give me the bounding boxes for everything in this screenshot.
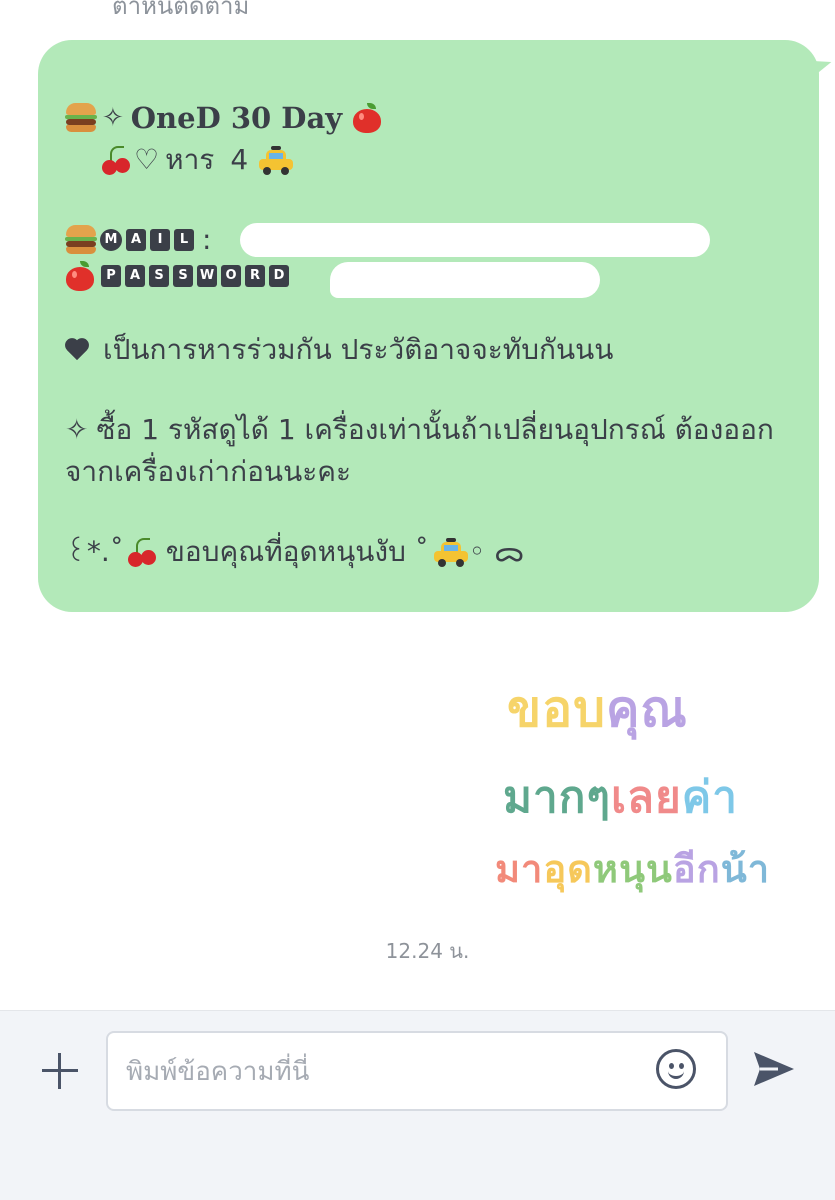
password-letter: O: [221, 265, 241, 287]
sparkle-icon: ✧: [65, 413, 89, 446]
sparkle-icon: ✧: [102, 103, 124, 133]
apple-icon: [352, 103, 382, 133]
mail-letter: A: [126, 229, 146, 251]
previous-message-fragment: ตำหนิติดตาม: [112, 0, 250, 20]
heart-outline-icon: ♡: [134, 143, 160, 176]
sticker-word: คุณ: [605, 680, 688, 738]
kaomoji-suffix: ◦ ᯅ: [468, 535, 525, 568]
share-note: เป็นการหารร่วมกัน ประวัติอาจจะทับกันนน: [103, 333, 614, 366]
share-note-line: เป็นการหารร่วมกัน ประวัติอาจจะทับกันนน: [65, 329, 791, 371]
sticker-word: มากๆ: [503, 772, 611, 823]
password-letter: S: [173, 265, 193, 287]
password-letter: W: [197, 265, 217, 287]
sticker-word: อีก: [672, 847, 721, 891]
sticker-word: น้า: [720, 847, 771, 891]
message-timestamp: 12.24 น.: [385, 939, 470, 963]
message-input[interactable]: [124, 1051, 648, 1093]
cherries-icon: [126, 536, 158, 568]
message-title: OneD 30 Day: [130, 101, 343, 135]
password-letter: A: [125, 265, 145, 287]
sticker-line-1: ขอบคุณ: [507, 670, 688, 749]
heart-icon: [65, 337, 91, 363]
kaomoji-prefix: ꒰*.˚: [65, 535, 124, 568]
password-letter: S: [149, 265, 169, 287]
thank-you-sticker[interactable]: ขอบคุณ มากๆเลยค่า มาอุดหนุนอีกน้า: [495, 670, 815, 910]
mail-letter: L: [174, 229, 194, 251]
password-letter: R: [245, 265, 265, 287]
cherries-icon: [100, 144, 132, 176]
message-title-line: ✧ OneD 30 Day: [65, 97, 791, 139]
message-input-box[interactable]: [106, 1031, 728, 1111]
burger-icon: [65, 225, 97, 255]
apple-icon: [65, 261, 95, 291]
sticker-word: หนุน: [592, 847, 673, 891]
mail-redaction: [240, 223, 710, 257]
mail-letter: I: [150, 229, 170, 251]
plus-icon[interactable]: [40, 1051, 80, 1091]
password-letter: P: [101, 265, 121, 287]
message-bubble[interactable]: ✧ OneD 30 Day ♡ หาร 4 M A I L: P A S S …: [38, 40, 819, 612]
message-composer: [0, 1010, 835, 1200]
sticker-word: มา: [495, 847, 544, 891]
sticker-line-2: มากๆเลยค่า: [503, 762, 738, 832]
device-note: ซื้อ 1 รหัสดูได้ 1 เครื่องเท่านั้นถ้าเปล…: [65, 413, 774, 488]
thanks-text: ขอบคุณที่อุดหนุนงับ ˚: [165, 535, 429, 568]
taxi-icon: [258, 145, 294, 175]
password-letter: D: [269, 265, 289, 287]
mail-letter: M: [100, 229, 122, 251]
sticker-line-3: มาอุดหนุนอีกน้า: [495, 838, 770, 899]
sticker-word: ขอบ: [507, 680, 606, 738]
burger-icon: [65, 103, 97, 133]
smiley-icon[interactable]: [656, 1049, 696, 1089]
sticker-word: เลย: [610, 772, 682, 823]
thanks-line: ꒰*.˚ ขอบคุณที่อุดหนุนงับ ˚ ◦ ᯅ: [65, 531, 791, 573]
send-icon[interactable]: [752, 1049, 796, 1089]
taxi-icon: [433, 537, 469, 567]
chat-screen: ตำหนิติดตาม ✧ OneD 30 Day ♡ หาร 4 M A I …: [0, 0, 835, 1200]
sticker-word: ค่า: [681, 772, 738, 823]
sticker-word: อุด: [543, 847, 593, 891]
password-redaction: [330, 262, 600, 298]
subtitle-number: 4: [230, 143, 249, 176]
device-note-line: ✧ ซื้อ 1 รหัสดูได้ 1 เครื่องเท่านั้นถ้าเป…: [65, 409, 805, 493]
subtitle-label: หาร: [165, 143, 215, 176]
message-subtitle-line: ♡ หาร 4: [65, 139, 791, 181]
